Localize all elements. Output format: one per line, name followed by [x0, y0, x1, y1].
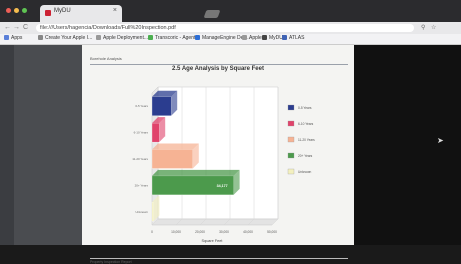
mouse-cursor-icon: ➤ — [437, 136, 444, 145]
bar-1 — [151, 122, 160, 143]
bookmark-2[interactable]: Apple Deployment... — [96, 35, 148, 41]
bookmark-favicon-icon — [38, 35, 43, 40]
screen-frame: MyDU × ← → C file:///Users/hagencia/Down… — [0, 0, 461, 264]
browser-tab-bar: MyDU × — [0, 0, 461, 22]
bookmark-label: Transcoric - Agent — [155, 35, 196, 41]
bookmark-favicon-icon — [96, 35, 101, 40]
y-tick-label: 11-20 Years — [132, 157, 148, 161]
y-tick-label: 20+ Years — [135, 183, 149, 187]
legend-label: 0-5 Years — [298, 106, 312, 110]
bookmarks-bar: Apps Create Your Apple I... Apple Deployme… — [0, 34, 461, 45]
bookmark-5[interactable]: Apple — [242, 35, 262, 41]
bookmark-label: Apps — [11, 35, 23, 41]
legend-label: 11-20 Years — [298, 138, 315, 142]
star-icon[interactable]: ☆ — [431, 24, 436, 31]
x-tick-label: 30,000 — [219, 230, 229, 234]
pdf-page: Borehole Analysis 2.5 Age Analysis by Sq… — [82, 45, 354, 264]
bookmark-label: Apple Deployment... — [103, 35, 149, 41]
y-tick-label: Unknown — [135, 210, 148, 214]
chart-floor — [151, 218, 279, 226]
bookmark-6[interactable]: MyDU — [262, 35, 283, 41]
age-analysis-chart: 0 10,000 20,000 30,000 40,000 50,000 0-5 Years… — [132, 86, 315, 243]
x-axis-label: Square Feet — [202, 239, 224, 243]
footer-divider — [90, 258, 348, 259]
bar-2 — [151, 149, 193, 169]
bar-data-label: 34,177 — [217, 184, 228, 188]
tab-close-icon[interactable]: × — [113, 7, 117, 14]
legend-swatch-2 — [287, 136, 295, 143]
bookmark-label: ATLAS — [289, 35, 305, 41]
new-tab-button[interactable] — [203, 10, 221, 18]
close-window-dot[interactable] — [6, 8, 11, 13]
x-tick-label: 0 — [151, 230, 153, 234]
legend-label: Unknown — [298, 170, 312, 174]
browser-tab[interactable]: MyDU × — [40, 5, 122, 22]
y-tick-label: 6-10 Years — [134, 131, 149, 135]
legend-label: 6-10 Years — [298, 122, 314, 126]
x-tick-label: 10,000 — [171, 230, 181, 234]
bar-4 — [151, 202, 154, 222]
url-field[interactable]: file:///Users/hagencia/Downloads/Full%20… — [36, 24, 414, 32]
forward-icon[interactable]: → — [13, 24, 20, 31]
legend-swatch-0 — [287, 104, 295, 111]
zoom-window-dot[interactable] — [22, 8, 27, 13]
legend-label: 20+ Years — [298, 154, 313, 158]
page-header: Borehole Analysis — [90, 56, 122, 61]
bookmark-favicon-icon — [242, 35, 247, 40]
pdf-icon — [45, 10, 51, 16]
search-icon[interactable]: ⚲ — [421, 24, 425, 31]
header-divider — [90, 64, 348, 65]
bookmark-1[interactable]: Create Your Apple I... — [38, 35, 92, 41]
bookmark-favicon-icon — [195, 35, 200, 40]
legend-swatch-4 — [287, 168, 295, 175]
reload-icon[interactable]: C — [23, 24, 28, 31]
chart-title: 2.5 Age Analysis by Square Feet — [172, 66, 264, 72]
bar-top-2 — [152, 143, 199, 150]
legend-swatch-3 — [287, 152, 295, 159]
bookmark-7[interactable]: ATLAS — [282, 35, 304, 41]
x-tick-label: 40,000 — [243, 230, 253, 234]
bookmark-favicon-icon — [282, 35, 287, 40]
legend-swatch-1 — [287, 120, 295, 127]
x-tick-label: 20,000 — [195, 230, 205, 234]
bar-top-3 — [152, 169, 240, 176]
bookmark-favicon-icon — [262, 35, 267, 40]
bookmark-favicon-icon — [4, 35, 9, 40]
address-bar-row: ← → C file:///Users/hagencia/Downloads/F… — [0, 22, 461, 34]
tab-title: MyDU — [54, 8, 71, 14]
minimize-window-dot[interactable] — [14, 8, 19, 13]
bookmark-label: Apple — [249, 35, 262, 41]
x-tick-label: 50,000 — [267, 230, 277, 234]
page-footer: Property Inspection Report — [90, 260, 132, 264]
y-tick-label: 0-5 Years — [135, 104, 148, 108]
bookmark-favicon-icon — [148, 35, 153, 40]
bookmark-0[interactable]: Apps — [4, 35, 22, 41]
bookmark-label: Create Your Apple I... — [45, 35, 93, 41]
bar-0 — [151, 96, 172, 116]
url-text: file:///Users/hagencia/Downloads/Full%20… — [40, 25, 176, 31]
bookmark-3[interactable]: Transcoric - Agent — [148, 35, 195, 41]
viewer-left-gutter — [0, 45, 14, 245]
bookmark-label: MyDU — [269, 35, 283, 41]
back-icon[interactable]: ← — [4, 24, 11, 31]
